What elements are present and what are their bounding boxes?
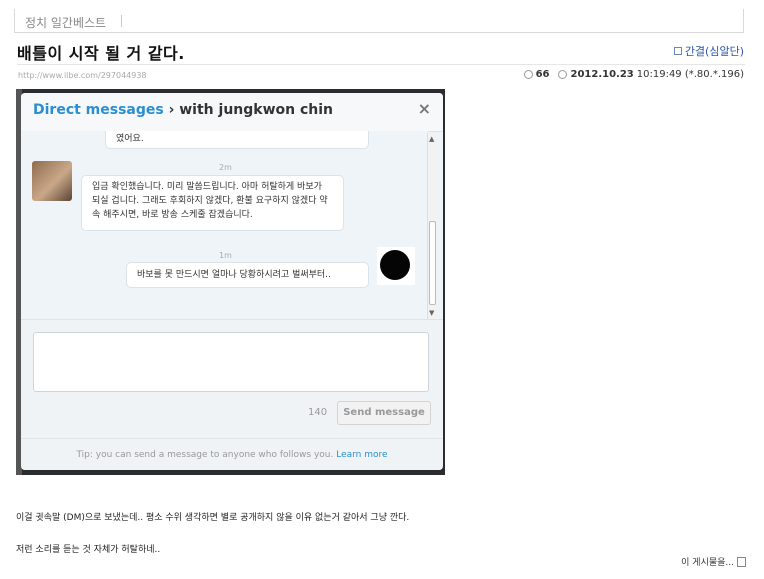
divider [17, 64, 745, 65]
more-label[interactable]: 이 게시물을... [681, 555, 734, 568]
clock-icon [558, 70, 568, 79]
dm-title: Direct messages › with jungkwon chin [33, 102, 333, 118]
scroll-up-icon[interactable]: ▲ [429, 135, 434, 143]
avatar[interactable] [377, 247, 415, 285]
avatar[interactable] [32, 161, 72, 201]
message-time: 1m [219, 251, 232, 260]
char-count: 140 [308, 407, 328, 418]
post-body-line: 이걸 귓속말 (DM)으로 보냈는데.. 평소 수위 생각하면 별로 공개하지 … [16, 513, 410, 523]
comment-count: 66 [535, 69, 550, 80]
board-name[interactable]: 정치 일간베스트 [25, 14, 106, 31]
post-url[interactable]: http://www.ilbe.com/297044938 [18, 71, 147, 80]
dm-title-link[interactable]: Direct messages [33, 102, 164, 118]
message-input[interactable] [33, 332, 429, 392]
message-bubble: 바보를 못 만드시면 얼마나 당황하시려고 벌써부터.. [126, 262, 369, 288]
message-time: 2m [219, 163, 232, 172]
message-bubble: 였어요. [105, 131, 369, 149]
scroll-thumb[interactable] [429, 221, 436, 305]
scroll-down-icon[interactable]: ▼ [429, 309, 434, 317]
user-icon [673, 47, 682, 55]
post-body-line: 저런 소리를 듣는 것 자체가 허탈하네.. [16, 545, 161, 555]
conversation: 였어요. 2m 입금 확인했습니다. 미리 말씀드립니다. 아마 허탈하게 바보… [21, 131, 428, 319]
message-bubble: 입금 확인했습니다. 미리 말씀드립니다. 아마 허탈하게 바보가 되실 겁니다… [81, 175, 344, 231]
post-title: 배틀이 시작 될 거 같다. [17, 44, 185, 63]
dm-title-rest: › with jungkwon chin [163, 102, 334, 118]
post-time: 10:19:49 (*.80.*.196) [636, 69, 744, 80]
tip-text: Tip: you can send a message to anyone wh… [76, 450, 337, 460]
message-composer: 140 Send message Tip: you can send a mes… [21, 319, 443, 470]
divider [21, 438, 443, 439]
divider [121, 15, 122, 27]
author[interactable]: 간결(심알단) [673, 43, 744, 59]
send-message-button[interactable]: Send message [337, 401, 431, 425]
comment-icon [523, 70, 533, 79]
dm-header: Direct messages › with jungkwon chin × [21, 93, 443, 132]
tip: Tip: you can send a message to anyone wh… [21, 450, 443, 460]
author-name[interactable]: 간결(심알단) [685, 43, 744, 59]
dm-dialog: Direct messages › with jungkwon chin × 였… [21, 93, 443, 470]
learn-more-link[interactable]: Learn more [336, 450, 387, 460]
close-icon[interactable]: × [418, 99, 431, 118]
document-icon[interactable] [737, 556, 746, 567]
scrollbar[interactable]: ▲ ▼ [427, 133, 438, 319]
post-meta: 66 2012.10.23 10:19:49 (*.80.*.196) [523, 69, 744, 80]
post-date: 2012.10.23 [570, 69, 634, 80]
board-header: 정치 일간베스트 [14, 9, 744, 33]
more-options[interactable]: 이 게시물을... [681, 555, 746, 568]
avatar-image [380, 250, 410, 280]
screenshot-image: Direct messages › with jungkwon chin × 였… [16, 89, 445, 475]
